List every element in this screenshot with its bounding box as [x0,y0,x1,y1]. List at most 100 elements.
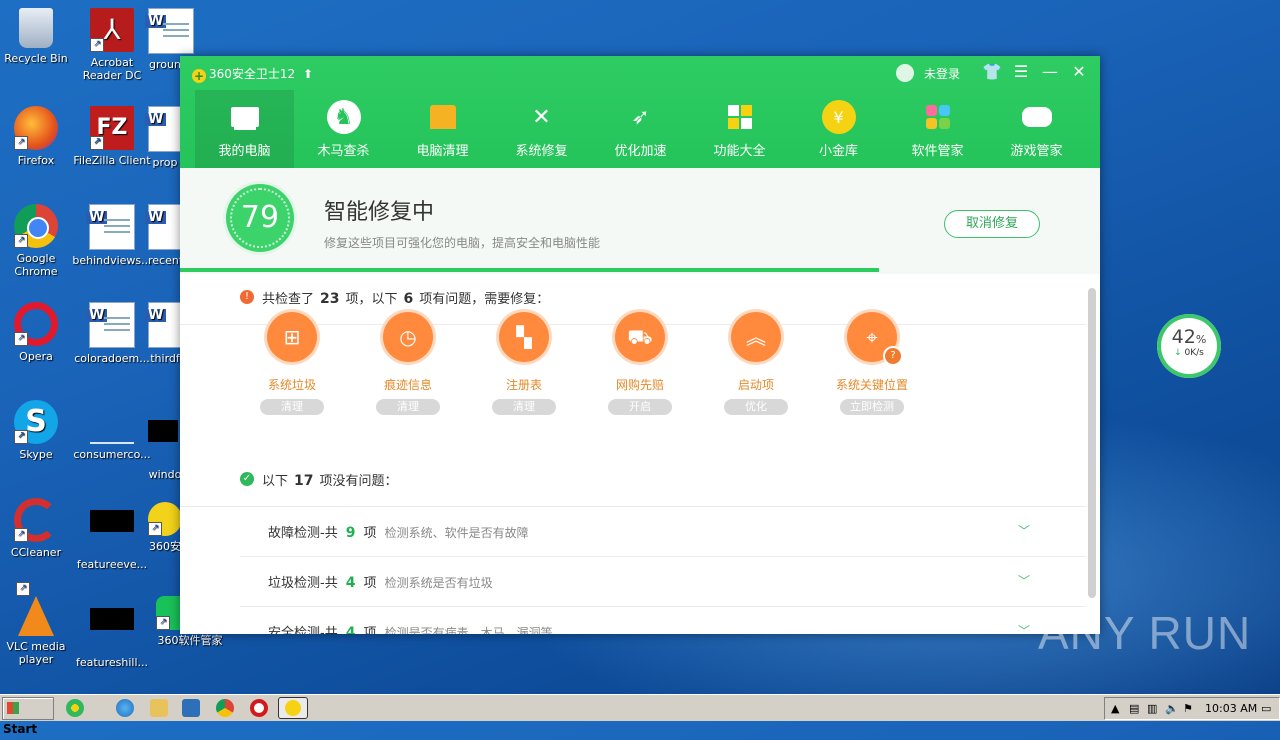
desktop-icon-thirdf[interactable]: W thirdf [145,302,194,365]
network-icon[interactable]: ▤ [1129,698,1139,719]
media-player-icon[interactable] [182,699,200,717]
desktop-icon-behindviews[interactable]: W behindviews... [72,204,152,267]
category-fault-check[interactable]: 故障检测-共 9 项 检测系统、软件是否有故障 ﹀ [268,522,1068,541]
desktop-icon-360an[interactable]: ↗ 360安 [148,498,182,553]
rocket-icon: ➶ [631,104,650,130]
desktop-icon-acrobat[interactable]: ⅄ ↗ Acrobat Reader DC [72,8,152,82]
ok-summary: 以下 17 项没有问题： [262,473,398,489]
360-active-task-button[interactable] [278,697,308,719]
volume-icon[interactable]: 🔈 [1165,698,1179,719]
status-title: 智能修复中 [324,200,435,225]
desktop-icon-featureshill[interactable]: featureshill... [72,596,152,669]
issue-system-junk[interactable]: ⊞ 系统垃圾 清理 [234,312,350,415]
desktop-icon-filezilla[interactable]: FZ ↗ FileZilla Client [72,106,152,167]
nav-software-manager[interactable]: 软件管家 [888,90,987,168]
login-area[interactable]: 未登录 [896,64,960,82]
nav-features[interactable]: 功能大全 [690,90,789,168]
chevron-down-icon[interactable]: ﹀ [1018,622,1030,634]
divider [240,606,1086,607]
issue-registry[interactable]: ▚ 注册表 清理 [466,312,582,415]
repair-progress-bar [180,268,880,272]
opera-taskbar-icon[interactable] [250,699,268,717]
desktop-icon-ccleaner[interactable]: ↗ CCleaner [0,498,76,559]
anyrun-watermark: ANY RUN [1038,607,1252,659]
issue-action-button[interactable]: 清理 [492,399,556,415]
nav-pc-cleanup[interactable]: 电脑清理 [393,90,492,168]
category-junk-check[interactable]: 垃圾检测-共 4 项 检测系统是否有垃圾 ﹀ [268,572,1068,591]
start-button[interactable]: Start [2,697,54,736]
check-icon: ✓ [240,472,254,486]
horse-icon: ♞ [326,100,361,134]
word-document-icon: W [145,8,194,54]
chrome-taskbar-icon[interactable] [216,699,234,717]
close-icon[interactable]: ✕ [1069,62,1089,82]
show-desktop-icon[interactable]: ▭ [1261,698,1271,719]
desktop-icon-recent[interactable]: W recent [145,204,194,267]
tray-expand-icon[interactable]: ▲ [1111,698,1119,719]
main-nav: 我的电脑 ♞ 木马查杀 电脑清理 ✕ 系统修复 ➶ 优化加速 功能大全 ¥ 小金… [180,90,1100,168]
nav-system-repair[interactable]: ✕ 系统修复 [492,90,591,168]
status-subtitle: 修复这些项目可强化您的电脑，提高安全和电脑性能 [324,236,601,250]
issue-shopping-protection[interactable]: ⛟ 网购先赔 开启 [582,312,698,415]
issue-action-button[interactable]: 优化 [724,399,788,415]
360-security-window: +360安全卫士12 ⬆ 未登录 👕 ☰ — ✕ 我的电脑 ♞ 木马查杀 电脑清… [180,56,1100,634]
firefox-icon: ↗ [14,106,58,150]
issue-action-button[interactable]: 清理 [376,399,440,415]
nav-trojan-scan[interactable]: ♞ 木马查杀 [294,90,393,168]
desktop-icon-prop[interactable]: W prop [145,106,194,169]
desktop-icon-groun[interactable]: W groun [145,8,194,71]
nav-optimize[interactable]: ➶ 优化加速 [591,90,690,168]
health-score: 79 [226,184,294,252]
desktop-icon-chrome[interactable]: ↗ Google Chrome [0,204,76,278]
minimize-icon[interactable]: — [1040,62,1060,82]
skin-icon[interactable]: 👕 [982,62,1002,82]
desktop-icon-consumerco[interactable]: consumerco... [72,400,152,461]
issue-action-button[interactable]: 立即检测 [840,399,904,415]
issue-action-button[interactable]: 开启 [608,399,672,415]
grid-icon [723,100,757,134]
registry-icon: ▚ [499,312,549,362]
issue-critical-locations[interactable]: ⌖? 系统关键位置 立即检测 [814,312,930,415]
apps-icon [921,100,955,134]
desktop-icon-skype[interactable]: S ↗ Skype [0,400,76,461]
nav-my-computer[interactable]: 我的电脑 [195,90,294,168]
clock[interactable]: 10:03 AM [1205,698,1257,719]
filezilla-icon: FZ ↗ [90,106,134,150]
ccleaner-icon: ↗ [14,498,58,542]
issue-traces[interactable]: ◷ 痕迹信息 清理 [350,312,466,415]
desktop-icon-recycle-bin[interactable]: Recycle Bin [0,8,76,65]
usb-icon[interactable]: ▥ [1147,698,1157,719]
word-document-icon: W [86,302,135,348]
nav-game-manager[interactable]: 游戏管家 [987,90,1086,168]
upgrade-arrow-icon[interactable]: ⬆ [303,67,313,81]
speed-ball-widget[interactable]: 42% ↓ 0K/s [1157,314,1221,378]
folder-icon[interactable] [150,699,168,717]
cancel-repair-button[interactable]: 取消修复 [944,210,1040,238]
monitor-icon [228,100,262,134]
scrollbar[interactable] [1088,288,1096,598]
recycle-bin-icon [19,8,53,48]
chevrons-up-icon: ︽ [731,312,781,362]
question-badge-icon: ? [883,346,903,366]
ie-icon[interactable] [116,699,134,717]
chevron-down-icon[interactable]: ﹀ [1018,572,1030,589]
cart-icon: ⛟ [615,312,665,362]
desktop-icon-opera[interactable]: ↗ Opera [0,302,76,363]
nav-vault[interactable]: ¥ 小金库 [789,90,888,168]
windows-flag-icon [7,702,19,714]
360-taskbar-icon[interactable] [66,699,84,717]
desktop-icon-featureeve[interactable]: featureeve... [72,498,152,571]
desktop-icon-firefox[interactable]: ↗ Firefox [0,106,76,167]
issue-startup-items[interactable]: ︽ 启动项 优化 [698,312,814,415]
divider [180,506,1086,507]
desktop-icon-windo[interactable]: windo [148,400,182,481]
menu-icon[interactable]: ☰ [1011,62,1031,82]
desktop-icon-coloradoem[interactable]: W coloradoem... [72,302,152,365]
broom-icon [426,100,460,134]
chevron-down-icon[interactable]: ﹀ [1018,522,1030,539]
desktop-icon-vlc[interactable]: ↗ VLC media player [0,582,76,666]
warning-icon: ! [240,290,254,304]
issue-action-button[interactable]: 清理 [260,399,324,415]
category-security-check[interactable]: 安全检测-共 4 项 检测是否有病毒、木马、漏洞等 ﹀ [268,622,1068,634]
flag-icon[interactable]: ⚑ [1183,698,1193,719]
